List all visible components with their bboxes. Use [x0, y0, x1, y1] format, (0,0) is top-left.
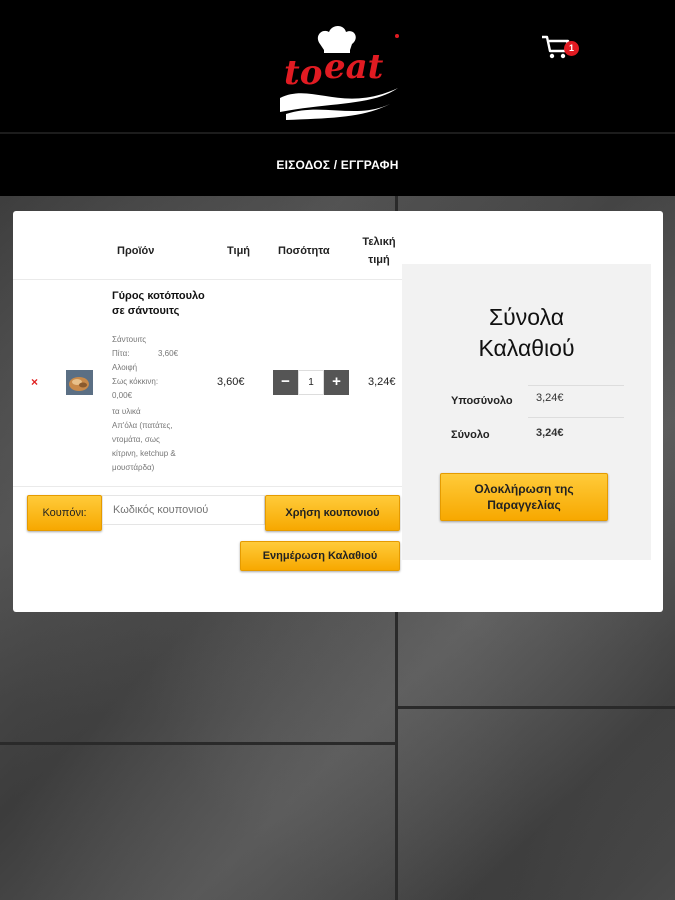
subtotal-value: 3,24€ [536, 392, 564, 404]
cart-totals-title-line2: Καλαθιού [478, 335, 575, 361]
cart-totals-title-line1: Σύνολα [488, 304, 565, 330]
header-quantity: Ποσότητα [278, 245, 330, 257]
meta-sauce-line1: Αλοιφή [112, 363, 138, 372]
coupon-code-input[interactable] [102, 495, 265, 525]
cart-card: Προϊόν Τιμή Ποσότητα Τελική τιμή × Γύρος… [13, 211, 663, 612]
checkout-button[interactable]: Ολοκλήρωση της Παραγγελίας [440, 473, 608, 521]
header-price: Τιμή [227, 245, 251, 257]
item-price: 3,60€ [217, 376, 245, 388]
meta-ingredients-line3: ντομάτα, σως [112, 435, 160, 444]
svg-text:to: to [284, 53, 322, 93]
total-value: 3,24€ [536, 427, 564, 439]
meta-ingredients-line4: κίτρινη, ketchup & [112, 449, 176, 458]
header-total-line2: τιμή [368, 254, 390, 266]
meta-bread-value: 3,60€ [158, 349, 179, 358]
header-total: Τελική τιμή [357, 233, 401, 269]
login-register-link[interactable]: ΕΙΣΟΔΟΣ / ΕΓΓΡΑΦΗ [0, 158, 675, 172]
product-category: Σάντουιτς [112, 335, 147, 344]
header-product: Προϊόν [117, 245, 155, 257]
apply-coupon-button[interactable]: Χρήση κουπονιού [265, 495, 400, 531]
meta-bread-label: Πίτα: [112, 349, 130, 358]
cart-totals-panel: Σύνολα Καλαθιού Υποσύνολο 3,24€ Σύνολο 3… [402, 264, 651, 560]
meta-sauce-value: 0,00€ [112, 391, 133, 400]
gyro-image-icon [66, 370, 93, 395]
site-header: to eat 1 [0, 0, 675, 134]
checkout-label-line1: Ολοκλήρωση της [474, 482, 574, 496]
top-nav: ΕΙΣΟΔΟΣ / ΕΓΓΡΑΦΗ [0, 136, 675, 196]
update-cart-button[interactable]: Ενημέρωση Καλαθιού [240, 541, 400, 571]
cart-count-badge: 1 [564, 41, 579, 56]
subtotal-label: Υποσύνολο [451, 395, 513, 407]
header-total-line1: Τελική [362, 236, 396, 248]
quantity-increase-button[interactable]: + [324, 370, 349, 395]
meta-ingredients-line5: μουστάρδα) [112, 463, 155, 472]
product-name[interactable]: Γύρος κοτόπουλο σε σάντουιτς [112, 289, 208, 319]
meta-sauce-line2: Σως κόκκινη: [112, 377, 159, 386]
quantity-input[interactable]: 1 [298, 370, 324, 395]
logo-graphic: to eat [280, 26, 399, 120]
cart-totals-title: Σύνολα Καλαθιού [402, 302, 651, 364]
meta-ingredients-line1: τα υλικά [112, 407, 141, 416]
coupon-label: Κουπόνι: [27, 495, 102, 531]
item-total: 3,24€ [368, 376, 396, 388]
row-divider [13, 486, 402, 487]
total-label: Σύνολο [451, 429, 490, 441]
remove-item-button[interactable]: × [31, 375, 38, 389]
header-divider [13, 279, 402, 280]
quantity-decrease-button[interactable]: − [273, 370, 298, 395]
svg-text:eat: eat [324, 47, 384, 87]
meta-ingredients-line2: Απ'όλα (πατάτες, [112, 421, 173, 430]
checkout-label-line2: Παραγγελίας [487, 498, 561, 512]
product-thumbnail[interactable] [66, 370, 93, 395]
cart-button[interactable]: 1 [541, 34, 585, 64]
site-logo[interactable]: to eat [272, 22, 406, 122]
